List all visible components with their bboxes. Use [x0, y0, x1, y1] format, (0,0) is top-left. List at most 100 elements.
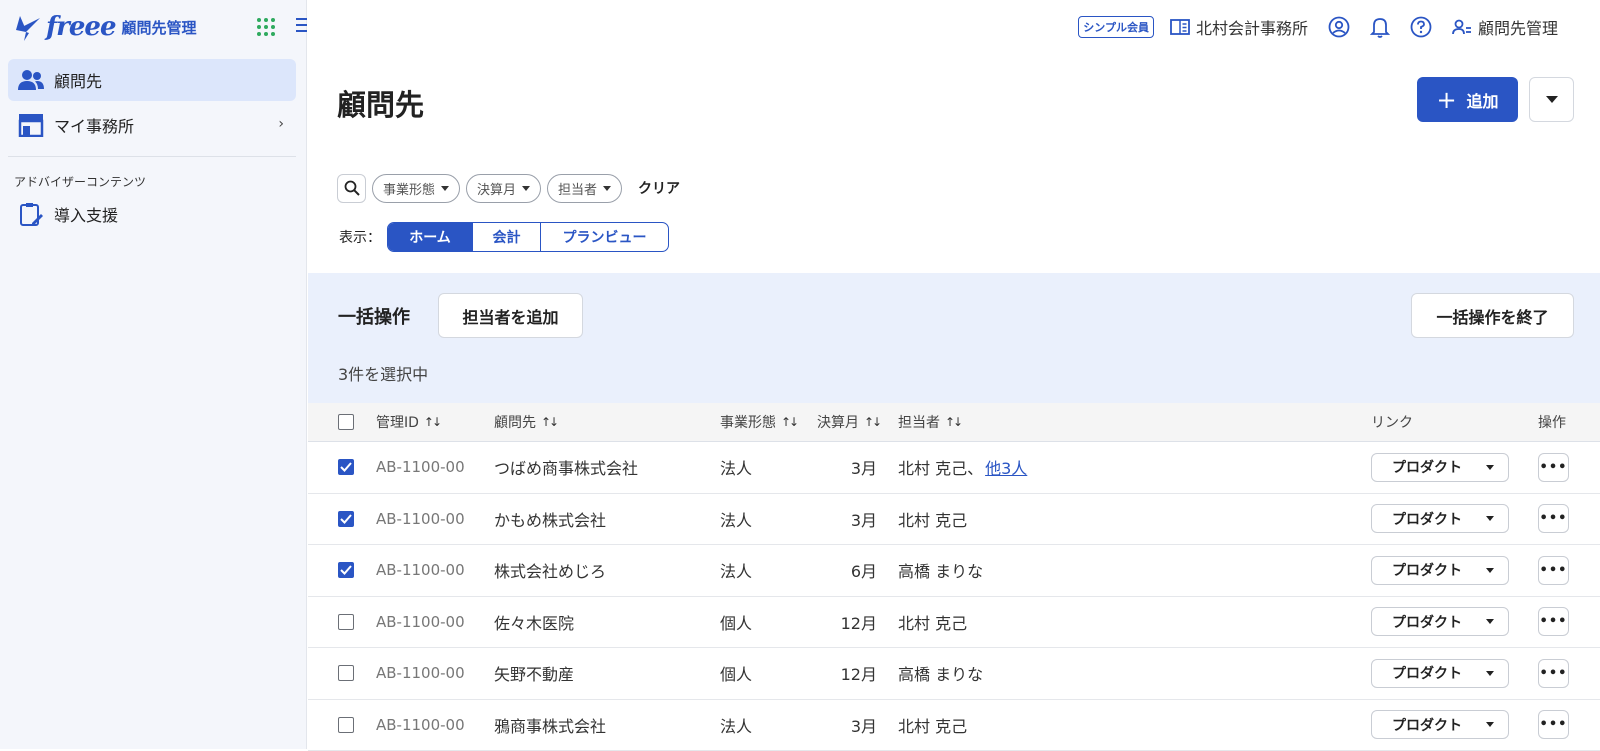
- more-assignees-link[interactable]: 他3人: [985, 455, 1027, 479]
- view-label: 表示：: [339, 227, 381, 247]
- row-checkbox[interactable]: [338, 648, 354, 699]
- ellipsis-icon: •••: [1540, 460, 1568, 475]
- app-name: 顧問先管理: [122, 17, 197, 38]
- ellipsis-icon: •••: [1540, 614, 1568, 629]
- bulk-operations-panel: 一括操作 担当者を追加 一括操作を終了 3件を選択中: [308, 273, 1600, 403]
- client-management-menu[interactable]: 顧問先管理: [1452, 15, 1558, 39]
- sidebar-item-label: 顧問先: [54, 68, 102, 92]
- row-checkbox[interactable]: [338, 494, 354, 545]
- sidebar-item-onboarding[interactable]: 導入支援: [8, 193, 296, 235]
- table-row[interactable]: AB-1100-00株式会社めじろ法人6月高橋 まりなプロダクト•••: [308, 545, 1600, 597]
- add-options-dropdown[interactable]: [1529, 77, 1574, 122]
- product-dropdown-button[interactable]: プロダクト: [1371, 710, 1509, 739]
- search-button[interactable]: [337, 174, 366, 203]
- product-dropdown-button[interactable]: プロダクト: [1371, 607, 1509, 636]
- more-actions-button[interactable]: •••: [1538, 710, 1569, 739]
- row-checkbox[interactable]: [338, 700, 354, 751]
- product-dropdown-button[interactable]: プロダクト: [1371, 453, 1509, 482]
- product-link-cell: プロダクト: [1371, 545, 1509, 596]
- clear-filters-link[interactable]: クリア: [638, 178, 680, 198]
- client-name: かもめ株式会社: [494, 494, 606, 545]
- client-id: AB-1100-00: [376, 700, 465, 751]
- table-row[interactable]: AB-1100-00矢野不動産個人12月高橋 まりなプロダクト•••: [308, 648, 1600, 700]
- bulk-title: 一括操作: [338, 303, 410, 329]
- office-icon: [1170, 18, 1190, 36]
- column-header-link: リンク: [1371, 403, 1413, 441]
- help-icon[interactable]: [1410, 16, 1432, 38]
- chevron-right-icon: ›: [278, 116, 284, 132]
- office-switcher[interactable]: 北村会計事務所: [1170, 15, 1308, 39]
- client-id: AB-1100-00: [376, 597, 465, 648]
- view-option-plan[interactable]: プランビュー: [540, 223, 668, 251]
- business-type: 個人: [720, 648, 752, 699]
- column-label: 顧問先: [494, 412, 536, 432]
- add-assignee-button[interactable]: 担当者を追加: [438, 293, 583, 338]
- account-circle-icon[interactable]: [1328, 16, 1350, 38]
- column-label: 決算月: [817, 412, 859, 432]
- assignee: 高橋 まりな: [898, 545, 983, 596]
- store-icon: [18, 112, 44, 138]
- row-checkbox[interactable]: [338, 442, 354, 493]
- table-row[interactable]: AB-1100-00鴉商事株式会社法人3月北村 克己プロダクト•••: [308, 700, 1600, 751]
- sort-icon: ↑↓: [945, 415, 961, 429]
- column-header-assignee[interactable]: 担当者 ↑↓: [898, 403, 961, 441]
- more-actions-button[interactable]: •••: [1538, 607, 1569, 636]
- product-dropdown-button[interactable]: プロダクト: [1371, 556, 1509, 585]
- column-header-month[interactable]: 決算月↑↓: [817, 403, 880, 441]
- client-name: 鴉商事株式会社: [494, 700, 606, 751]
- filter-assignee[interactable]: 担当者: [547, 174, 622, 203]
- add-client-button[interactable]: + 追加: [1417, 77, 1518, 122]
- view-option-accounting[interactable]: 会計: [472, 223, 540, 251]
- table-row[interactable]: AB-1100-00かもめ株式会社法人3月北村 克己プロダクト•••: [308, 494, 1600, 546]
- filter-business-type[interactable]: 事業形態: [372, 174, 460, 203]
- office-name: 北村会計事務所: [1196, 15, 1308, 39]
- app-grid-icon[interactable]: [257, 18, 275, 36]
- product-dropdown-button[interactable]: プロダクト: [1371, 659, 1509, 688]
- select-all-checkbox[interactable]: [338, 403, 354, 441]
- more-actions-button[interactable]: •••: [1538, 659, 1569, 688]
- end-bulk-button[interactable]: 一括操作を終了: [1411, 293, 1574, 338]
- column-header-client[interactable]: 顧問先 ↑↓: [494, 403, 557, 441]
- page-title: 顧問先: [337, 82, 424, 124]
- product-dropdown-button[interactable]: プロダクト: [1371, 504, 1509, 533]
- caret-down-icon: [522, 186, 530, 191]
- caret-down-icon: [1486, 722, 1494, 727]
- row-checkbox[interactable]: [338, 597, 354, 648]
- column-label: 担当者: [898, 412, 940, 432]
- ellipsis-icon: •••: [1540, 717, 1568, 732]
- product-label: プロダクト: [1392, 457, 1462, 477]
- row-checkbox[interactable]: [338, 545, 354, 596]
- caret-down-icon: [441, 186, 449, 191]
- bell-icon[interactable]: [1370, 16, 1390, 38]
- sidebar-item-clients[interactable]: 顧問先: [8, 59, 296, 101]
- more-actions-button[interactable]: •••: [1538, 453, 1569, 482]
- chip-label: 事業形態: [383, 179, 435, 198]
- table-header: 管理ID↑↓ 顧問先↑↓ 事業形態↑↓ 決算月↑↓ 担当者↑↓ リンク 操作: [308, 403, 1600, 442]
- more-actions-button[interactable]: •••: [1538, 504, 1569, 533]
- caret-down-icon: [1486, 516, 1494, 521]
- view-option-home[interactable]: ホーム: [388, 223, 472, 251]
- business-type: 法人: [720, 494, 752, 545]
- sort-icon: ↑↓: [541, 415, 557, 429]
- add-button-label: 追加: [1467, 88, 1499, 112]
- fiscal-month: 12月: [817, 648, 877, 699]
- assignee: 北村 克己: [898, 597, 967, 648]
- product-link-cell: プロダクト: [1371, 648, 1509, 699]
- column-header-type[interactable]: 事業形態↑↓: [720, 403, 797, 441]
- filter-bar: 事業形態 決算月 担当者 クリア: [337, 173, 680, 203]
- ellipsis-icon: •••: [1540, 666, 1568, 681]
- table-row[interactable]: AB-1100-00佐々木医院個人12月北村 克己プロダクト•••: [308, 597, 1600, 649]
- product-label: プロダクト: [1392, 663, 1462, 683]
- more-actions-button[interactable]: •••: [1538, 556, 1569, 585]
- logo[interactable]: freee 顧問先管理: [14, 10, 197, 44]
- ops-cell: •••: [1538, 648, 1569, 699]
- sidebar-item-my-office[interactable]: マイ事務所 ›: [8, 104, 296, 146]
- search-icon: [344, 180, 360, 196]
- product-link-cell: プロダクト: [1371, 700, 1509, 751]
- assignee: 北村 克己: [898, 700, 967, 751]
- table-row[interactable]: AB-1100-00つばめ商事株式会社法人3月北村 克己、他3人プロダクト•••: [308, 442, 1600, 494]
- ops-cell: •••: [1538, 494, 1569, 545]
- menu-toggle-icon[interactable]: [296, 18, 307, 34]
- column-header-id[interactable]: 管理ID↑↓: [376, 403, 440, 441]
- filter-fiscal-month[interactable]: 決算月: [466, 174, 541, 203]
